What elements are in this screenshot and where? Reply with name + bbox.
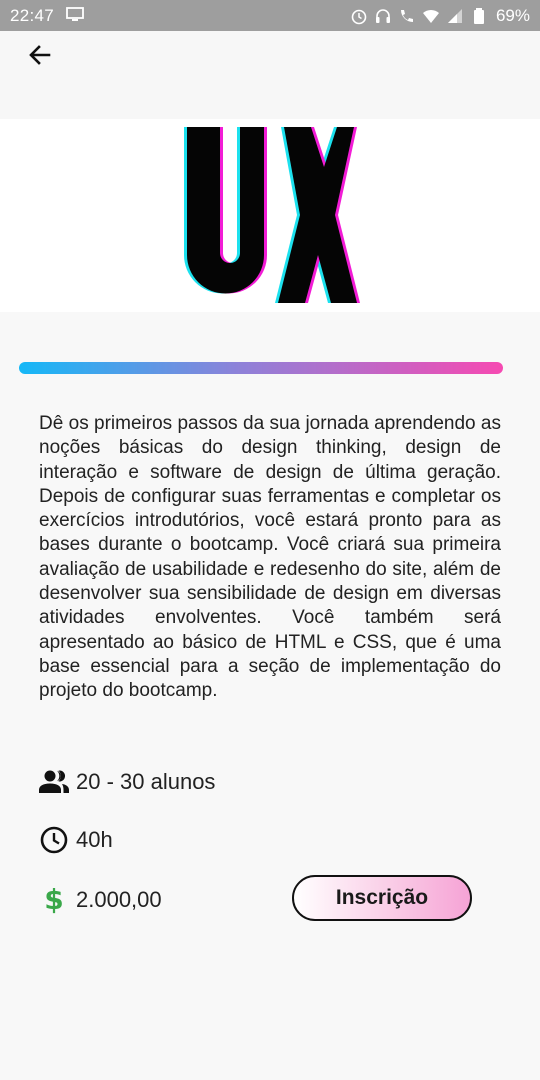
price-row: $ 2.000,00 [38,883,162,917]
status-icons: 69% [350,5,530,27]
dollar-icon: $ [44,883,64,916]
arrow-back-icon [29,45,51,65]
course-description: Dê os primeiros passos da sua jornada ap… [39,413,501,702]
enroll-button[interactable]: Inscrição [292,875,472,921]
course-hero [0,119,540,312]
wifi-icon [422,9,439,23]
ux-logo-image [184,127,360,303]
volte-call-icon [400,10,413,22]
clock-icon [38,824,70,856]
students-count: 20 - 30 alunos [76,769,216,794]
course-hours: 40h [76,827,113,852]
gradient-divider [19,362,503,374]
battery-icon [473,8,484,24]
back-button[interactable] [24,39,56,71]
signal-icon [447,9,462,23]
alarm-icon [351,9,367,25]
hours-row: 40h [38,823,113,857]
app-bar [0,31,540,119]
screen-icon [66,7,84,21]
battery-percent: 69% [495,6,530,25]
course-price: 2.000,00 [76,887,162,912]
students-row: 20 - 30 alunos [38,765,215,799]
status-time: 22:47 [10,6,55,25]
people-icon [38,766,70,798]
status-bar: 22:47 69% [0,0,540,31]
headset-icon [375,9,390,23]
